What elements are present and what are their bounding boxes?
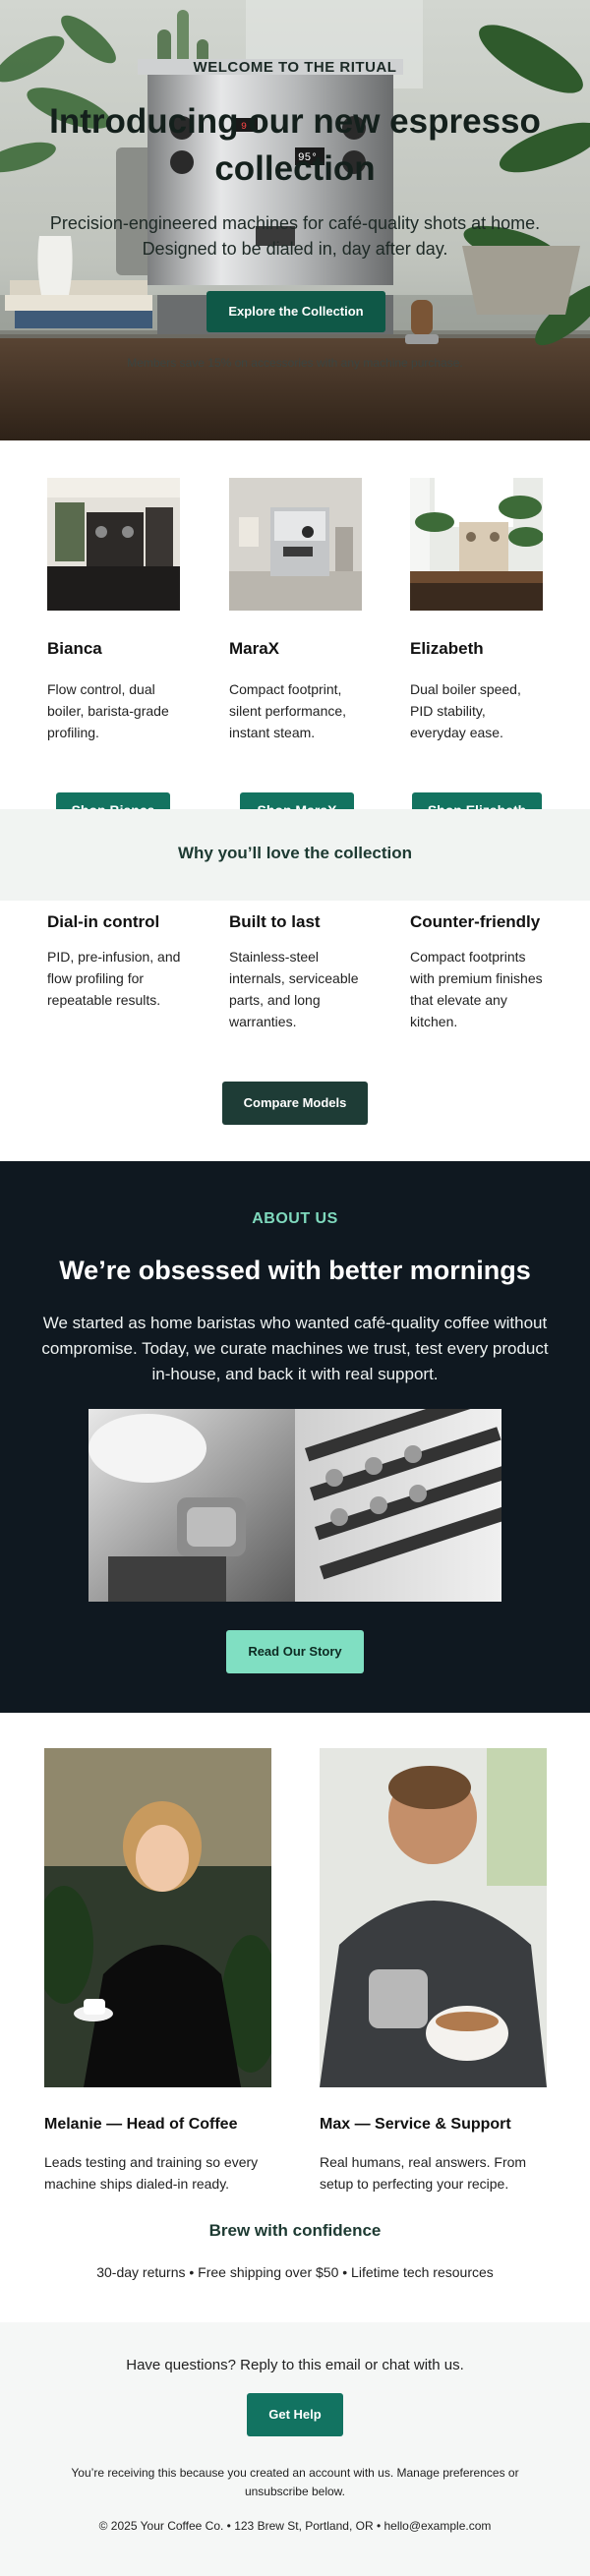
hero-subtitle: Precision-engineered machines for café-q… xyxy=(49,213,541,259)
product-name: Bianca xyxy=(47,639,102,658)
max-portrait xyxy=(320,1748,547,2087)
features-section: Dial-in control PID, pre-infusion, and f… xyxy=(0,901,590,1161)
footer-legal: You’re receiving this because you create… xyxy=(71,2466,519,2498)
feature-description: PID, pre-infusion, and flow profiling fo… xyxy=(47,949,181,1008)
explore-collection-button[interactable]: Explore the Collection xyxy=(206,291,385,332)
footer: Have questions? Reply to this email or c… xyxy=(0,2322,590,2576)
product-description: Flow control, dual boiler, barista-grade… xyxy=(47,681,169,740)
product-card-elizabeth: Elizabeth Dual boiler speed, PID stabili… xyxy=(410,478,544,828)
product-image-elizabeth[interactable] xyxy=(410,478,544,611)
melanie-portrait xyxy=(34,1748,280,2087)
team-member-melanie: Melanie — Head of Coffee Leads testing a… xyxy=(34,1748,280,2195)
feature-description: Stainless-steel internals, serviceable p… xyxy=(229,949,359,1029)
why-heading: Why you’ll love the collection xyxy=(177,844,413,862)
read-our-story-button[interactable]: Read Our Story xyxy=(226,1630,364,1673)
about-eyebrow: ABOUT US xyxy=(252,1210,338,1227)
product-name: Elizabeth xyxy=(410,639,484,658)
product-card-bianca: Bianca Flow control, dual boiler, barist… xyxy=(47,478,180,828)
product-image-bianca[interactable] xyxy=(47,478,180,611)
compare-models-button[interactable]: Compare Models xyxy=(222,1082,368,1125)
hero-section: 9 95° WELCOME TO THE RITUAL Introducing … xyxy=(0,0,590,440)
feature-title: Counter-friendly xyxy=(410,912,541,931)
team-member-description: Real humans, real answers. From setup to… xyxy=(320,2154,527,2192)
product-image-marax[interactable] xyxy=(229,478,362,611)
feature-dial-in-control: Dial-in control PID, pre-infusion, and f… xyxy=(47,912,185,1011)
about-workshop-photo xyxy=(88,1409,502,1602)
email-page: 9 95° WELCOME TO THE RITUAL Introducing … xyxy=(0,0,590,2576)
product-card-marax: MaraX Compact footprint, silent performa… xyxy=(229,478,362,828)
confidence-perks: 30-day returns • Free shipping over $50 … xyxy=(96,2264,494,2280)
feature-title: Dial-in control xyxy=(47,912,160,931)
team-member-name: Melanie — Head of Coffee xyxy=(44,2116,238,2133)
footer-address: © 2025 Your Coffee Co. • 123 Brew St, Po… xyxy=(98,2519,492,2533)
confidence-block: Brew with confidence 30-day returns • Fr… xyxy=(0,2221,590,2280)
get-help-button[interactable]: Get Help xyxy=(247,2393,343,2436)
feature-counter-friendly: Counter-friendly Compact footprints with… xyxy=(410,912,548,1032)
product-description: Compact footprint, silent performance, i… xyxy=(229,681,347,740)
product-name: MaraX xyxy=(229,639,280,658)
team-member-max: Max — Service & Support Real humans, rea… xyxy=(320,1748,547,2195)
about-heading: We’re obsessed with better mornings xyxy=(59,1256,531,1285)
products-section: Bianca Flow control, dual boiler, barist… xyxy=(0,440,590,828)
team-member-description: Leads testing and training so every mach… xyxy=(44,2154,259,2192)
hero-title: Introducing our new espresso collection xyxy=(49,102,541,188)
confidence-heading: Brew with confidence xyxy=(208,2221,382,2240)
product-description: Dual boiler speed, PID stability, everyd… xyxy=(410,681,521,740)
footer-question: Have questions? Reply to this email or c… xyxy=(126,2357,464,2373)
about-section: ABOUT US We’re obsessed with better morn… xyxy=(0,1161,590,1713)
feature-description: Compact footprints with premium finishes… xyxy=(410,949,543,1029)
hero-eyebrow: WELCOME TO THE RITUAL xyxy=(193,59,397,76)
team-member-name: Max — Service & Support xyxy=(320,2116,511,2133)
feature-built-to-last: Built to last Stainless-steel internals,… xyxy=(229,912,367,1032)
about-body: We started as home baristas who wanted c… xyxy=(41,1314,549,1383)
why-band: Why you’ll love the collection xyxy=(0,809,590,901)
hero-note: Members save 15% on accessories with any… xyxy=(127,356,463,370)
feature-title: Built to last xyxy=(229,912,321,931)
